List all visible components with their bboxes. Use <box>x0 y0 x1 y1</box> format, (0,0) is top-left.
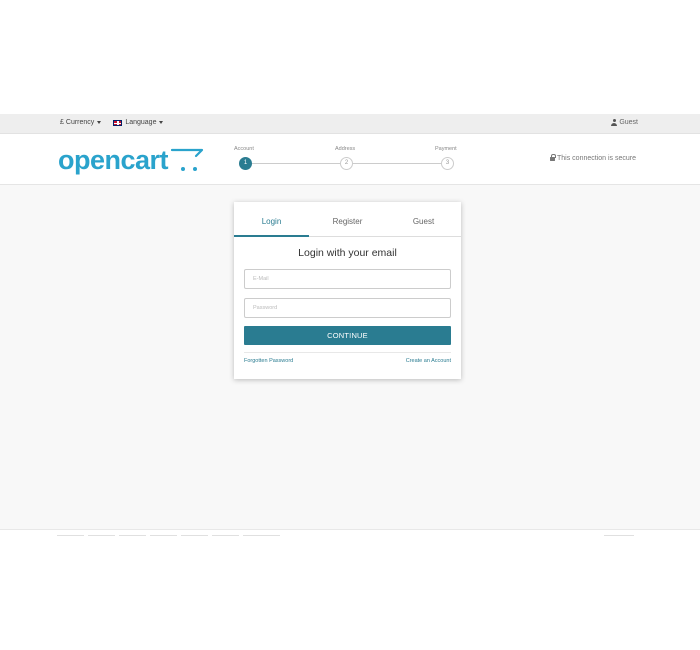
step-circle-payment: 3 <box>441 157 454 170</box>
forgotten-password-link[interactable]: Forgotten Password <box>244 358 293 364</box>
footer-line <box>57 535 84 536</box>
footer-line <box>88 535 115 536</box>
tab-guest[interactable]: Guest <box>386 202 461 237</box>
top-bar-left: £ Currency Language <box>60 119 164 126</box>
step-connector <box>352 163 444 164</box>
step-label-address: Address <box>335 146 356 152</box>
footer-line <box>119 535 146 536</box>
footer-links-placeholder <box>57 535 280 536</box>
create-account-link[interactable]: Create an Account <box>406 358 451 364</box>
login-tabs: Login Register Guest <box>234 202 461 237</box>
login-card: Login Register Guest Login with your ema… <box>234 202 461 379</box>
account-label: Guest <box>619 119 638 126</box>
cart-icon <box>170 148 204 171</box>
password-input[interactable] <box>244 298 451 318</box>
account-link[interactable]: Guest <box>611 119 638 126</box>
language-dropdown[interactable]: Language <box>113 119 164 126</box>
user-icon <box>611 119 618 126</box>
email-input[interactable] <box>244 269 451 289</box>
step-circle-account: 1 <box>239 157 252 170</box>
login-title: Login with your email <box>298 247 397 259</box>
checkout-steps: Account 1 Address 2 Payment 3 <box>234 146 464 176</box>
step-connector <box>250 163 346 164</box>
footer-copyright-placeholder <box>604 535 634 536</box>
tab-register[interactable]: Register <box>310 202 385 237</box>
currency-symbol: £ <box>60 119 64 126</box>
footer-line <box>181 535 208 536</box>
divider <box>244 352 451 353</box>
top-bar: £ Currency Language Guest <box>0 114 700 134</box>
tab-login[interactable]: Login <box>234 202 309 237</box>
footer-line <box>243 535 280 536</box>
checkout-header: opencart Account 1 Address 2 Payment 3 T… <box>0 134 700 185</box>
logo-text: opencart <box>58 145 169 175</box>
caret-down-icon <box>97 121 102 124</box>
footer-line <box>212 535 239 536</box>
uk-flag-icon <box>113 119 123 126</box>
currency-dropdown[interactable]: £ Currency <box>60 119 102 126</box>
footer-line <box>150 535 177 536</box>
opencart-logo[interactable]: opencart <box>58 144 208 176</box>
continue-button[interactable]: CONTINUE <box>244 326 451 345</box>
caret-down-icon <box>159 121 164 124</box>
step-label-account: Account <box>234 146 254 152</box>
language-label: Language <box>125 119 157 126</box>
step-circle-address: 2 <box>340 157 353 170</box>
currency-label: Currency <box>65 119 95 126</box>
secure-text: This connection is secure <box>557 155 636 162</box>
step-label-payment: Payment <box>435 146 457 152</box>
secure-connection-notice: This connection is secure <box>550 154 636 162</box>
lock-icon <box>550 154 557 162</box>
